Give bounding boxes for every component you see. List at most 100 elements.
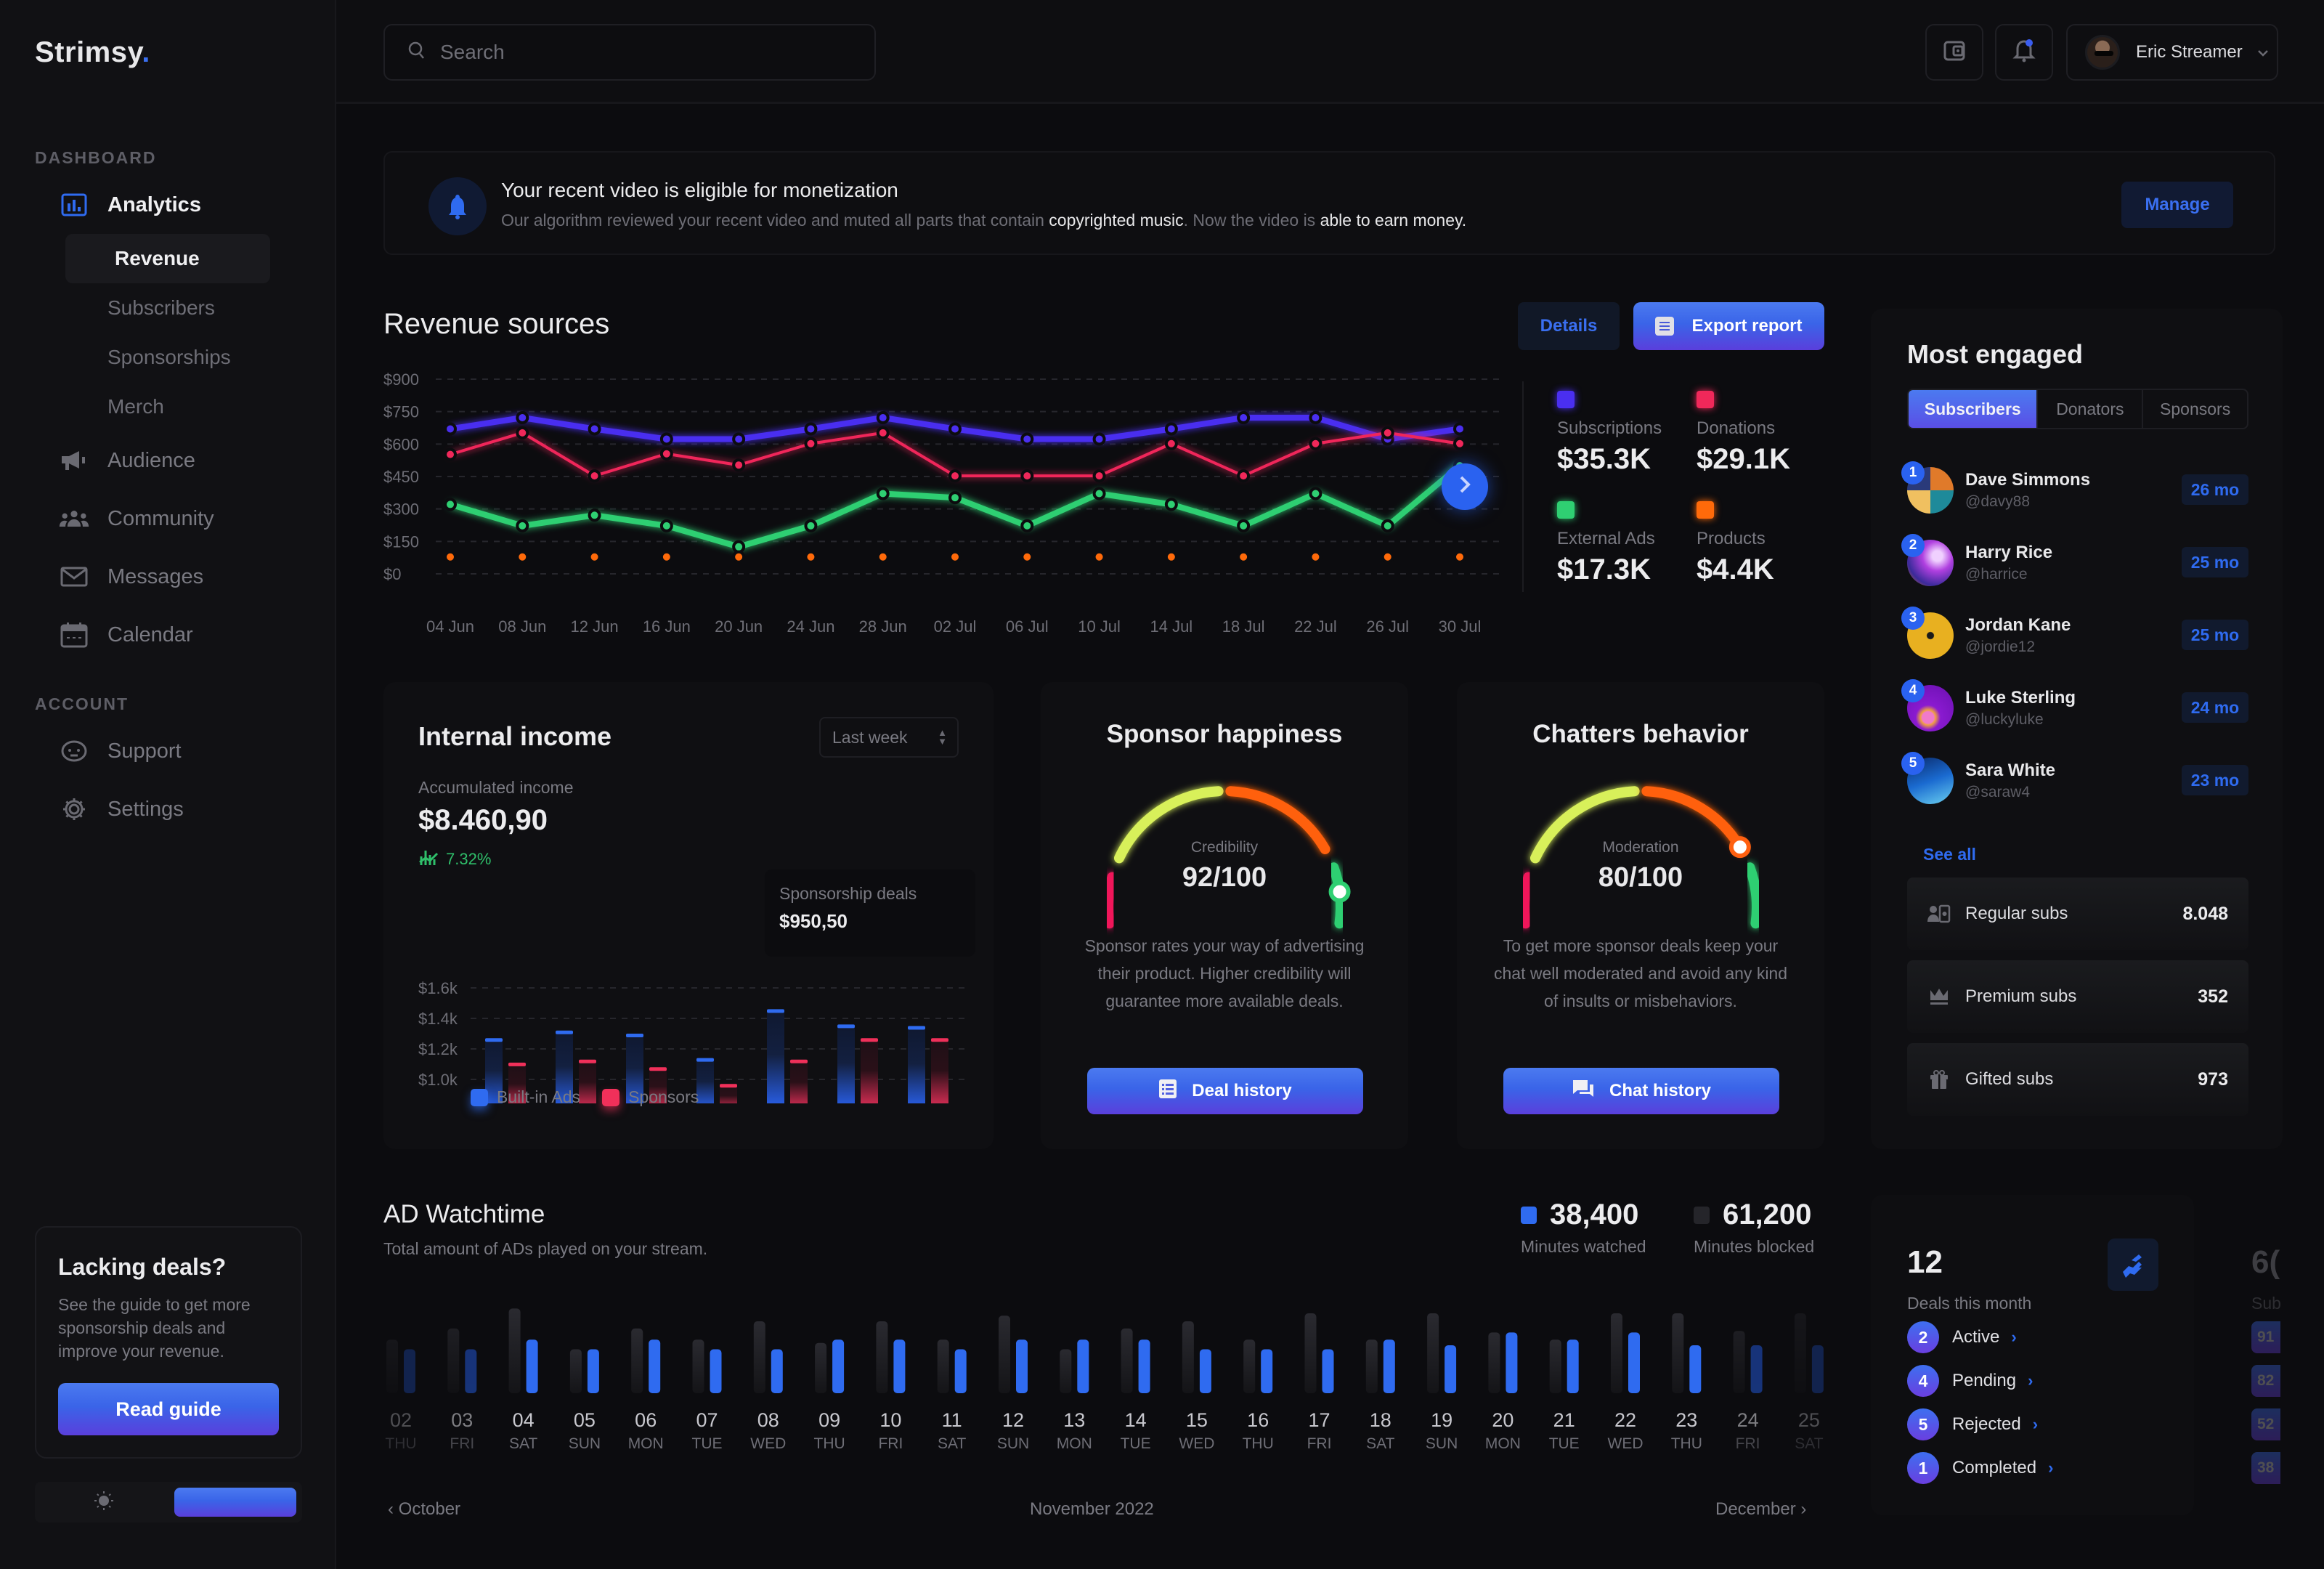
sidebar-item-calendar[interactable]: Calendar — [58, 613, 193, 657]
engaged-user-row[interactable]: 2 Harry Rice @harrice 25 mo — [1901, 534, 2248, 592]
bar-minutes-watched — [771, 1349, 783, 1393]
engaged-user-row[interactable]: 4 Luke Sterling @luckyluke 24 mo — [1901, 679, 2248, 737]
deal-status-active[interactable]: 2 Active › — [1907, 1321, 2017, 1353]
tab-subscribers[interactable]: Subscribers — [1909, 390, 2039, 428]
data-point — [732, 540, 746, 554]
day-column: 19 SUN — [1426, 1313, 1458, 1452]
read-guide-button[interactable]: Read guide — [58, 1383, 279, 1435]
next-month-button[interactable]: December › — [1715, 1499, 1806, 1520]
legend-label: Sponsors — [628, 1087, 699, 1106]
bar-minutes-blocked — [937, 1339, 949, 1393]
deals-count: 12 — [1907, 1244, 1943, 1280]
data-point — [1309, 487, 1323, 500]
details-button[interactable]: Details — [1518, 302, 1620, 350]
day-column: 08 WED — [750, 1321, 786, 1452]
guide-card: Lacking deals? See the guide to get more… — [35, 1226, 302, 1459]
bar-minutes-blocked — [1060, 1349, 1072, 1393]
previous-month-button[interactable]: ‹ October — [388, 1499, 460, 1520]
revenue-title: Revenue sources — [383, 308, 610, 340]
bar-minutes-blocked — [508, 1308, 521, 1393]
sidebar-item-settings[interactable]: Settings — [58, 787, 184, 831]
chat-history-button[interactable]: Chat history — [1503, 1068, 1779, 1114]
gift-icon — [1927, 1068, 1951, 1091]
most-engaged-title: Most engaged — [1907, 339, 2084, 369]
deal-status-completed[interactable]: 1 Completed › — [1907, 1452, 2053, 1484]
sidebar-subitem-sponsorships[interactable]: Sponsorships — [65, 333, 270, 382]
data-point — [1381, 519, 1394, 532]
bar-cap — [485, 1038, 503, 1042]
day-number: 25 — [1798, 1409, 1820, 1431]
data-point — [1020, 432, 1034, 446]
deal-status-pending[interactable]: 4 Pending › — [1907, 1365, 2033, 1397]
weekday-label: THU — [1671, 1435, 1702, 1452]
tab-sponsors[interactable]: Sponsors — [2143, 390, 2247, 428]
dark-theme-button[interactable] — [174, 1488, 296, 1517]
day-number: 05 — [574, 1409, 596, 1431]
bar-cap — [626, 1034, 643, 1037]
deal-status-rejected[interactable]: 5 Rejected › — [1907, 1408, 2038, 1440]
period-select[interactable]: Last week ▲ ▼ — [819, 717, 959, 758]
bar-minutes-watched — [649, 1339, 661, 1393]
light-theme-button[interactable] — [35, 1482, 173, 1523]
legend-swatch — [471, 1088, 488, 1106]
weekday-label: WED — [1179, 1435, 1214, 1452]
legend-swatch — [602, 1088, 620, 1106]
engaged-user-row[interactable]: 3 Jordan Kane @jordie12 25 mo — [1901, 607, 2248, 665]
sidebar-subitem-revenue[interactable]: Revenue — [65, 234, 270, 283]
bar-cap — [790, 1059, 808, 1063]
chevron-right-icon: › — [2048, 1459, 2054, 1477]
support-icon — [58, 737, 90, 766]
sidebar-item-analytics[interactable]: Analytics — [58, 183, 201, 227]
chart-tooltip: Sponsorship deals $950,50 — [765, 869, 975, 957]
stat-value: 973 — [2198, 1069, 2228, 1090]
bar-minutes-watched — [1077, 1339, 1089, 1393]
see-all-link[interactable]: See all — [1923, 845, 1976, 864]
bar-sponsors — [931, 1038, 948, 1103]
manage-button[interactable]: Manage — [2121, 182, 2233, 228]
legend-value: $17.3K — [1557, 554, 1651, 585]
notifications-button[interactable] — [1995, 24, 2053, 81]
data-point — [948, 469, 962, 483]
engaged-user-row[interactable]: 1 Dave Simmons @davy88 26 mo — [1901, 461, 2248, 519]
sidebar-item-support[interactable]: Support — [58, 729, 182, 773]
search-input[interactable] — [440, 41, 847, 64]
weekday-label: FRI — [1736, 1435, 1760, 1452]
day-number: 24 — [1737, 1409, 1759, 1431]
chart-next-button[interactable] — [1442, 463, 1488, 510]
legend-swatch — [1521, 1206, 1537, 1224]
tab-donators[interactable]: Donators — [2038, 390, 2144, 428]
deal-history-button[interactable]: Deal history — [1087, 1068, 1363, 1114]
legend-label: Donations — [1697, 418, 1776, 438]
search-box[interactable] — [383, 24, 876, 81]
day-column: 02 THU — [385, 1339, 417, 1452]
wallet-button[interactable] — [1925, 24, 1983, 81]
day-number: 19 — [1431, 1409, 1452, 1431]
ad-watchtime-subtitle: Total amount of ADs played on your strea… — [383, 1239, 708, 1258]
export-report-button[interactable]: Export report — [1633, 302, 1824, 350]
sidebar-item-community[interactable]: Community — [58, 497, 214, 540]
data-point — [948, 422, 962, 436]
day-column: 25 SAT — [1794, 1313, 1824, 1452]
data-point — [1309, 550, 1323, 564]
banner-desc-highlight: copyrighted music — [1049, 211, 1184, 230]
engaged-user-row[interactable]: 5 Sara White @saraw4 23 mo — [1901, 752, 2248, 810]
calendar-icon — [58, 620, 90, 649]
sidebar-subitem-subscribers[interactable]: Subscribers — [65, 283, 270, 333]
banner-desc-text: . Now the video is — [1183, 211, 1320, 230]
weekday-label: TUE — [1121, 1435, 1151, 1452]
bar-minutes-watched — [1811, 1345, 1824, 1393]
export-report-label: Export report — [1691, 316, 1803, 336]
bar-minutes-blocked — [1672, 1313, 1684, 1393]
bar-minutes-blocked — [631, 1328, 643, 1393]
bar-built-in-ads — [696, 1058, 714, 1103]
sidebar-item-audience[interactable]: Audience — [58, 439, 195, 482]
bar-minutes-blocked — [1733, 1331, 1745, 1393]
data-point — [1164, 437, 1178, 450]
user-menu[interactable]: Eric Streamer — [2066, 24, 2278, 81]
data-point — [1453, 437, 1466, 450]
sidebar-subitem-merch[interactable]: Merch — [65, 382, 270, 431]
app-logo[interactable]: Strimsy. — [35, 36, 150, 69]
chevron-down-icon — [2257, 44, 2269, 61]
bar-cap — [861, 1038, 878, 1042]
sidebar-item-messages[interactable]: Messages — [58, 555, 203, 599]
